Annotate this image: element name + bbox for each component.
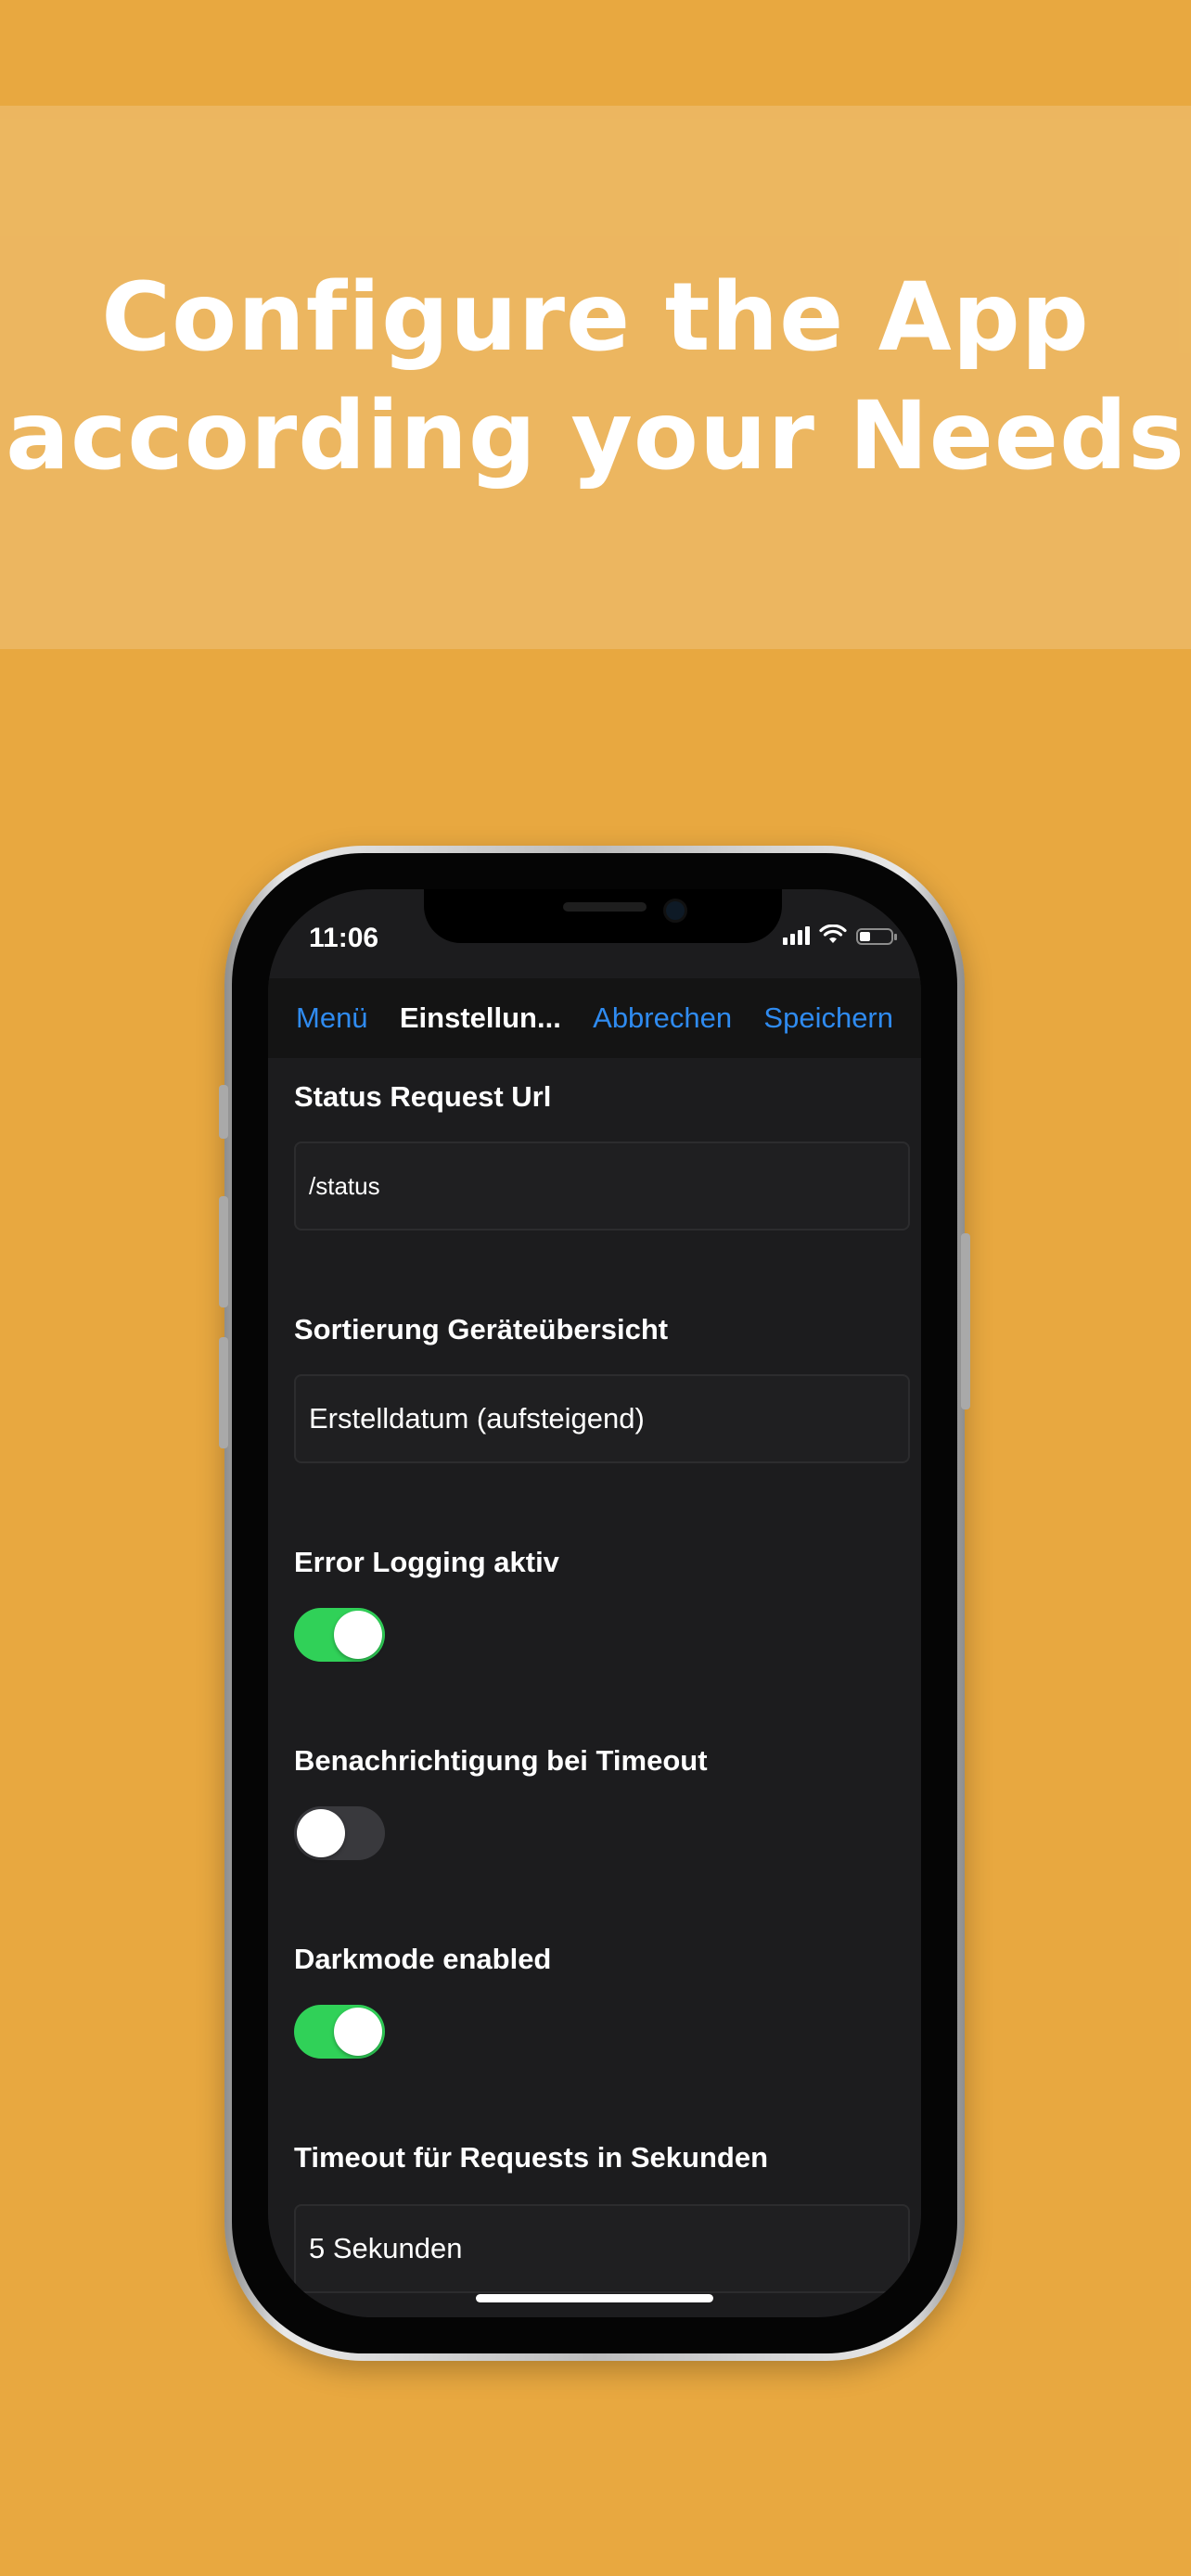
toggle-knob (334, 2008, 382, 2056)
timeout-picker[interactable]: 5 Sekunden (294, 2204, 910, 2293)
front-camera (663, 899, 687, 923)
speaker-grille (563, 902, 647, 912)
cellular-signal-icon (783, 925, 810, 945)
promo-banner: Configure the App according your Needs (0, 106, 1191, 649)
nav-title: Einstellun... (399, 1001, 561, 1034)
volume-up-button (219, 1196, 228, 1307)
sort-picker[interactable]: Erstelldatum (aufsteigend) (294, 1374, 910, 1463)
navigation-bar: Menü Einstellun... Abbrechen Speichern (268, 978, 921, 1058)
error-logging-label: Error Logging aktiv (294, 1546, 559, 1578)
status-url-label: Status Request Url (294, 1080, 552, 1113)
menu-back-button[interactable]: Menü (296, 1001, 368, 1035)
toggle-knob (297, 1809, 345, 1857)
status-icons (783, 925, 897, 945)
timeout-label: Timeout für Requests in Sekunden (294, 2141, 769, 2174)
headline-line-2: according your Needs (6, 381, 1185, 491)
timeout-notification-toggle[interactable] (294, 1806, 385, 1860)
power-button (961, 1233, 970, 1409)
home-indicator[interactable] (476, 2294, 713, 2302)
darkmode-toggle[interactable] (294, 2005, 385, 2059)
phone-bezel: 11:06 Menü Einstellun... Abbrechen Speic… (232, 853, 957, 2353)
toggle-knob (334, 1611, 382, 1659)
wifi-icon (819, 925, 847, 943)
phone-frame: 11:06 Menü Einstellun... Abbrechen Speic… (219, 846, 970, 2361)
save-button[interactable]: Speichern (763, 1001, 893, 1035)
error-logging-toggle[interactable] (294, 1608, 385, 1662)
mute-switch (219, 1085, 228, 1139)
notch (424, 889, 782, 943)
headline: Configure the App according your Needs (6, 259, 1185, 496)
volume-down-button (219, 1337, 228, 1448)
timeout-notification-label: Benachrichtigung bei Timeout (294, 1744, 708, 1777)
cancel-button[interactable]: Abbrechen (593, 1001, 732, 1035)
phone-screen: 11:06 Menü Einstellun... Abbrechen Speic… (268, 889, 921, 2317)
status-url-input[interactable]: /status (294, 1141, 910, 1231)
status-time: 11:06 (309, 923, 379, 953)
darkmode-label: Darkmode enabled (294, 1943, 552, 1975)
headline-line-1: Configure the App (101, 262, 1090, 373)
battery-icon (856, 928, 897, 945)
sort-label: Sortierung Geräteübersicht (294, 1313, 669, 1345)
